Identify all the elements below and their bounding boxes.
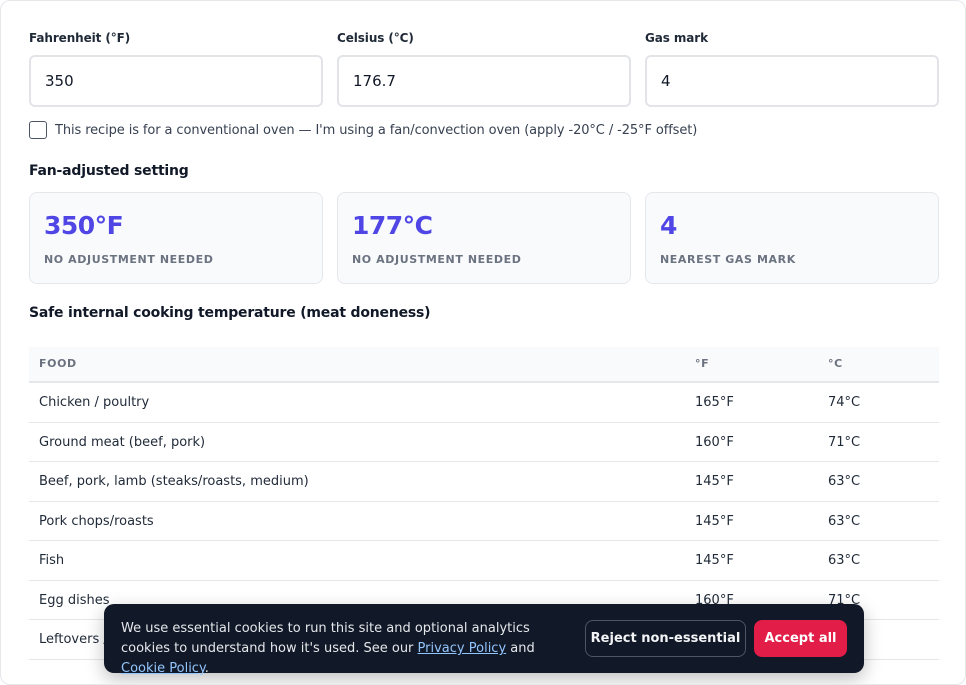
celsius-label: Celsius (°C) xyxy=(337,31,414,45)
fahrenheit-result-value: 350°F xyxy=(44,211,124,240)
food-cell: Pork chops/roasts xyxy=(39,513,154,529)
gas-mark-result-card: 4 NEAREST GAS MARK xyxy=(645,192,939,284)
table-row: Fish 145°F 63°C xyxy=(29,541,939,581)
food-cell: Fish xyxy=(39,553,65,568)
fahrenheit-cell: 145°F xyxy=(695,553,734,568)
gas-mark-result-value: 4 xyxy=(660,211,677,240)
cookie-text-and: and xyxy=(506,641,535,656)
fan-oven-checkbox-label[interactable]: This recipe is for a conventional oven —… xyxy=(55,123,697,138)
fahrenheit-cell: 145°F xyxy=(695,474,734,489)
fan-adjusted-title: Fan-adjusted setting xyxy=(29,163,189,179)
fahrenheit-label: Fahrenheit (°F) xyxy=(29,31,131,45)
table-row: Ground meat (beef, pork) 160°F 71°C xyxy=(29,423,939,462)
celsius-cell: 63°C xyxy=(828,513,861,529)
food-cell: Chicken / poultry xyxy=(39,395,150,410)
fahrenheit-cell: 145°F xyxy=(695,513,734,529)
fahrenheit-input[interactable] xyxy=(29,55,323,107)
header-food: FOOD xyxy=(39,357,77,370)
cookie-banner: We use essential cookies to run this sit… xyxy=(104,604,864,676)
fahrenheit-cell: 160°F xyxy=(695,434,734,450)
celsius-result-card: 177°C NO ADJUSTMENT NEEDED xyxy=(337,192,631,284)
food-cell: Beef, pork, lamb (steaks/roasts, medium) xyxy=(39,474,309,489)
celsius-cell: 74°C xyxy=(828,395,861,410)
table-row: Beef, pork, lamb (steaks/roasts, medium)… xyxy=(29,462,939,502)
fahrenheit-cell: 165°F xyxy=(695,395,734,410)
cookie-message: We use essential cookies to run this sit… xyxy=(121,619,576,679)
celsius-result-value: 177°C xyxy=(352,211,433,240)
gas-mark-result-caption: NEAREST GAS MARK xyxy=(660,253,796,266)
food-cell: Egg dishes xyxy=(39,592,110,608)
celsius-cell: 63°C xyxy=(828,474,861,489)
accept-all-button[interactable]: Accept all xyxy=(754,620,847,657)
food-cell: Leftovers / xyxy=(39,632,108,647)
fahrenheit-result-card: 350°F NO ADJUSTMENT NEEDED xyxy=(29,192,323,284)
table-header: FOOD °F °C xyxy=(29,347,939,383)
table-row: Pork chops/roasts 145°F 63°C xyxy=(29,502,939,541)
celsius-result-caption: NO ADJUSTMENT NEEDED xyxy=(352,253,522,266)
celsius-cell: 63°C xyxy=(828,553,861,568)
gas-mark-label: Gas mark xyxy=(645,31,708,45)
fan-oven-checkbox[interactable] xyxy=(29,121,47,139)
cookie-text-end: . xyxy=(204,661,209,676)
celsius-input[interactable] xyxy=(337,55,631,107)
header-fahrenheit: °F xyxy=(695,357,710,370)
doneness-title: Safe internal cooking temperature (meat … xyxy=(29,305,431,321)
gas-mark-input[interactable] xyxy=(645,55,939,107)
celsius-cell: 71°C xyxy=(828,434,861,450)
table-row: Chicken / poultry 165°F 74°C xyxy=(29,383,939,423)
header-celsius: °C xyxy=(828,357,843,370)
fahrenheit-result-caption: NO ADJUSTMENT NEEDED xyxy=(44,253,214,266)
converter-card: Fahrenheit (°F) Celsius (°C) Gas mark Th… xyxy=(0,0,966,685)
fan-oven-option[interactable]: This recipe is for a conventional oven —… xyxy=(29,120,697,140)
privacy-policy-link[interactable]: Privacy Policy xyxy=(418,641,507,656)
cookie-policy-link[interactable]: Cookie Policy xyxy=(121,661,205,676)
reject-non-essential-button[interactable]: Reject non-essential xyxy=(585,620,746,657)
food-cell: Ground meat (beef, pork) xyxy=(39,434,206,450)
